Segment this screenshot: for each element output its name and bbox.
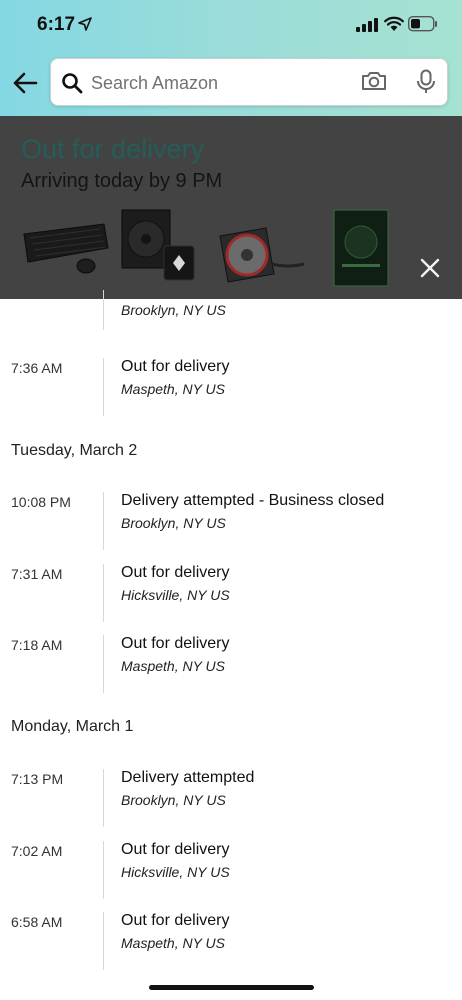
event-location: Hicksville, NY US — [121, 864, 230, 880]
wifi-icon — [384, 16, 404, 31]
delivery-eta: Arriving today by 9 PM — [21, 170, 223, 192]
timeline-event: 6:58 AM Out for delivery Maspeth, NY US — [0, 912, 462, 972]
event-location: Hicksville, NY US — [121, 587, 230, 603]
event-time: 7:18 AM — [11, 637, 63, 653]
timeline-event: 10:08 PM Delivery attempted - Business c… — [0, 492, 462, 552]
timeline-line — [103, 290, 104, 330]
event-location: Brooklyn, NY US — [121, 792, 226, 808]
hard-drive-product-image — [333, 209, 389, 287]
timeline-event: 7:18 AM Out for delivery Maspeth, NY US — [0, 635, 462, 695]
timeline-event: 7:13 PM Delivery attempted Brooklyn, NY … — [0, 769, 462, 829]
timeline-line — [103, 635, 104, 693]
event-time: 7:13 PM — [11, 771, 64, 787]
timeline-event: 7:31 AM Out for delivery Hicksville, NY … — [0, 564, 462, 624]
back-arrow-icon[interactable] — [12, 70, 38, 96]
location-arrow-icon — [78, 17, 92, 31]
timeline-event: 7:02 AM Out for delivery Hicksville, NY … — [0, 841, 462, 901]
timeline-line — [103, 841, 104, 899]
day-heading: Tuesday, March 2 — [11, 442, 138, 459]
event-status: Delivery attempted — [121, 769, 255, 786]
delivery-status-banner: Out for delivery Arriving today by 9 PM — [0, 116, 462, 299]
event-location: Maspeth, NY US — [121, 658, 226, 674]
home-indicator[interactable] — [149, 985, 314, 990]
battery-icon — [408, 16, 437, 32]
event-time: 7:02 AM — [11, 843, 63, 859]
event-time: 10:08 PM — [11, 494, 71, 510]
search-bar[interactable] — [50, 58, 448, 106]
event-location: Brooklyn, NY US — [121, 302, 226, 318]
cellular-signal-icon — [356, 18, 378, 32]
event-location: Brooklyn, NY US — [121, 515, 226, 531]
timeline-line — [103, 492, 104, 550]
event-time: 7:36 AM — [11, 360, 63, 376]
cpu-cooler-product-image — [121, 209, 195, 281]
event-location: Maspeth, NY US — [121, 381, 226, 397]
search-input[interactable] — [91, 72, 351, 94]
case-fan-product-image — [219, 227, 305, 283]
microphone-icon[interactable] — [415, 69, 437, 95]
event-status: Out for delivery — [121, 635, 230, 652]
status-time: 6:17 — [37, 14, 76, 35]
keyboard-product-image — [23, 223, 109, 274]
event-status: Delivery attempted - Business closed — [121, 492, 385, 509]
close-icon[interactable] — [420, 258, 440, 278]
event-status: Out for delivery — [121, 912, 230, 929]
timeline-line — [103, 358, 104, 416]
camera-icon[interactable] — [361, 70, 387, 92]
status-bar: 6:17 — [0, 0, 462, 50]
event-location: Maspeth, NY US — [121, 935, 226, 951]
event-status: Out for delivery — [121, 564, 230, 581]
timeline-line — [103, 769, 104, 827]
search-icon — [62, 73, 83, 94]
timeline-event: Brooklyn, NY US — [0, 290, 462, 330]
delivery-status-title: Out for delivery — [21, 134, 205, 164]
event-time: 6:58 AM — [11, 914, 63, 930]
event-status: Out for delivery — [121, 841, 230, 858]
timeline-event: 7:36 AM Out for delivery Maspeth, NY US — [0, 358, 462, 418]
day-heading: Monday, March 1 — [11, 718, 134, 735]
event-time: 7:31 AM — [11, 566, 63, 582]
app-header: 6:17 — [0, 0, 462, 116]
timeline-line — [103, 564, 104, 622]
timeline-line — [103, 912, 104, 970]
event-status: Out for delivery — [121, 358, 230, 375]
